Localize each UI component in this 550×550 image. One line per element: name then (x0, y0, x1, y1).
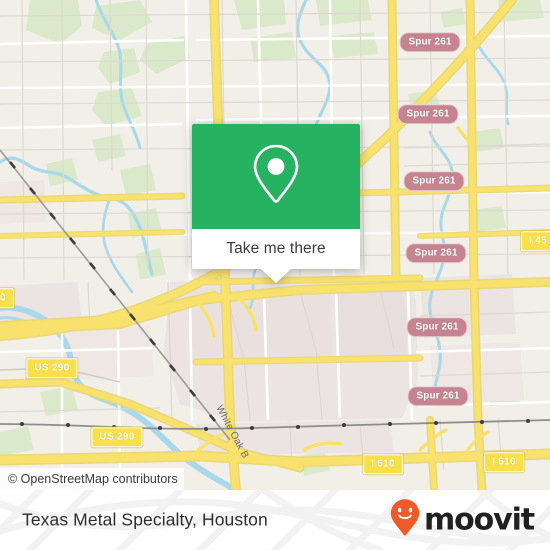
popup-footer[interactable]: Take me there (192, 229, 360, 269)
osm-attribution[interactable]: © OpenStreetMap contributors (0, 468, 184, 490)
map-pin-icon (252, 143, 300, 210)
location-popup-card[interactable]: Take me there (192, 124, 360, 283)
map-screenshot: Spur 261 Spur 261 Spur 261 Spur 261 Spur 261… (0, 0, 550, 550)
popup-header (192, 124, 360, 229)
moovit-brand[interactable]: moovit (390, 499, 535, 542)
osm-attribution-text: © OpenStreetMap contributors (8, 472, 178, 486)
moovit-wordmark: moovit (423, 502, 535, 537)
popup-pointer-tail (261, 269, 291, 283)
place-title: Texas Metal Specialty, Houston (22, 509, 268, 530)
caption-bar: Texas Metal Specialty, Houston moovit (0, 490, 550, 550)
moovit-pin-smile-icon (390, 499, 420, 542)
take-me-there-label: Take me there (226, 240, 326, 257)
